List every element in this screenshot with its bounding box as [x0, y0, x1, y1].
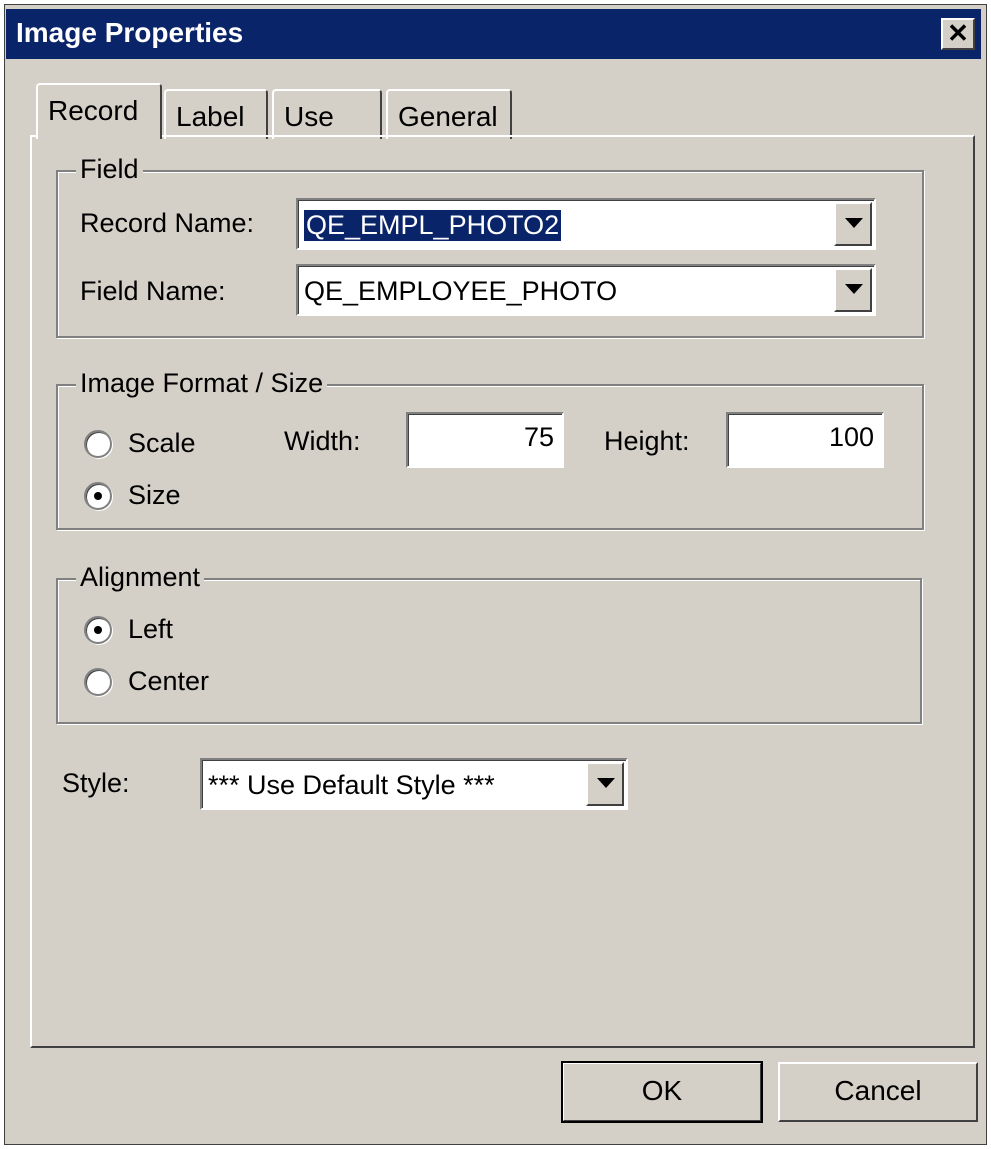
size-radio[interactable]	[84, 482, 112, 510]
tab-record-label: Record	[48, 95, 139, 126]
center-radio-label: Center	[128, 666, 210, 696]
record-name-combobox[interactable]: QE_EMPL_PHOTO2	[296, 198, 876, 250]
field-group-legend: Field	[76, 154, 143, 185]
size-radio-label: Size	[128, 480, 181, 510]
record-name-dropdown-button[interactable]	[834, 202, 872, 246]
style-label: Style:	[62, 768, 130, 798]
dialog-title: Image Properties	[16, 17, 244, 48]
record-name-label: Record Name:	[80, 208, 255, 238]
alignment-group-legend: Alignment	[76, 562, 205, 593]
field-name-combobox[interactable]: QE_EMPLOYEE_PHOTO	[296, 264, 876, 316]
cancel-button[interactable]: Cancel	[778, 1062, 978, 1122]
tab-label[interactable]: Label	[164, 89, 268, 139]
left-radio-label: Left	[128, 614, 174, 644]
chevron-down-icon	[845, 284, 863, 294]
width-label: Width:	[284, 426, 361, 456]
center-radio[interactable]	[84, 668, 112, 696]
title-bar[interactable]: Image Properties ✕	[6, 9, 981, 59]
radio-selected-dot	[94, 626, 102, 634]
tab-label-label: Label	[176, 101, 245, 132]
ok-button[interactable]: OK	[561, 1061, 763, 1123]
radio-selected-dot	[94, 492, 102, 500]
record-name-value: QE_EMPL_PHOTO2	[304, 210, 562, 241]
style-combobox[interactable]: *** Use Default Style ***	[200, 758, 628, 810]
image-format-group-legend: Image Format / Size	[76, 368, 328, 399]
height-label: Height:	[604, 426, 690, 456]
style-value: *** Use Default Style ***	[208, 770, 495, 800]
tab-use[interactable]: Use	[272, 89, 382, 139]
field-name-dropdown-button[interactable]	[834, 268, 872, 312]
field-name-value: QE_EMPLOYEE_PHOTO	[304, 276, 618, 306]
tab-general[interactable]: General	[386, 89, 512, 139]
height-input[interactable]: 100	[726, 412, 884, 468]
left-radio[interactable]	[84, 616, 112, 644]
close-button[interactable]: ✕	[941, 18, 975, 50]
chevron-down-icon	[597, 778, 615, 788]
chevron-down-icon	[845, 218, 863, 228]
style-dropdown-button[interactable]	[586, 762, 624, 806]
close-icon: ✕	[947, 18, 969, 48]
alignment-groupbox: Alignment	[56, 562, 922, 724]
scale-radio[interactable]	[84, 430, 112, 458]
tab-use-label: Use	[284, 101, 334, 132]
width-input[interactable]: 75	[406, 412, 564, 468]
scale-radio-label: Scale	[128, 428, 196, 458]
field-name-label: Field Name:	[80, 276, 226, 306]
tab-record[interactable]: Record	[36, 83, 162, 139]
tab-general-label: General	[398, 101, 498, 132]
